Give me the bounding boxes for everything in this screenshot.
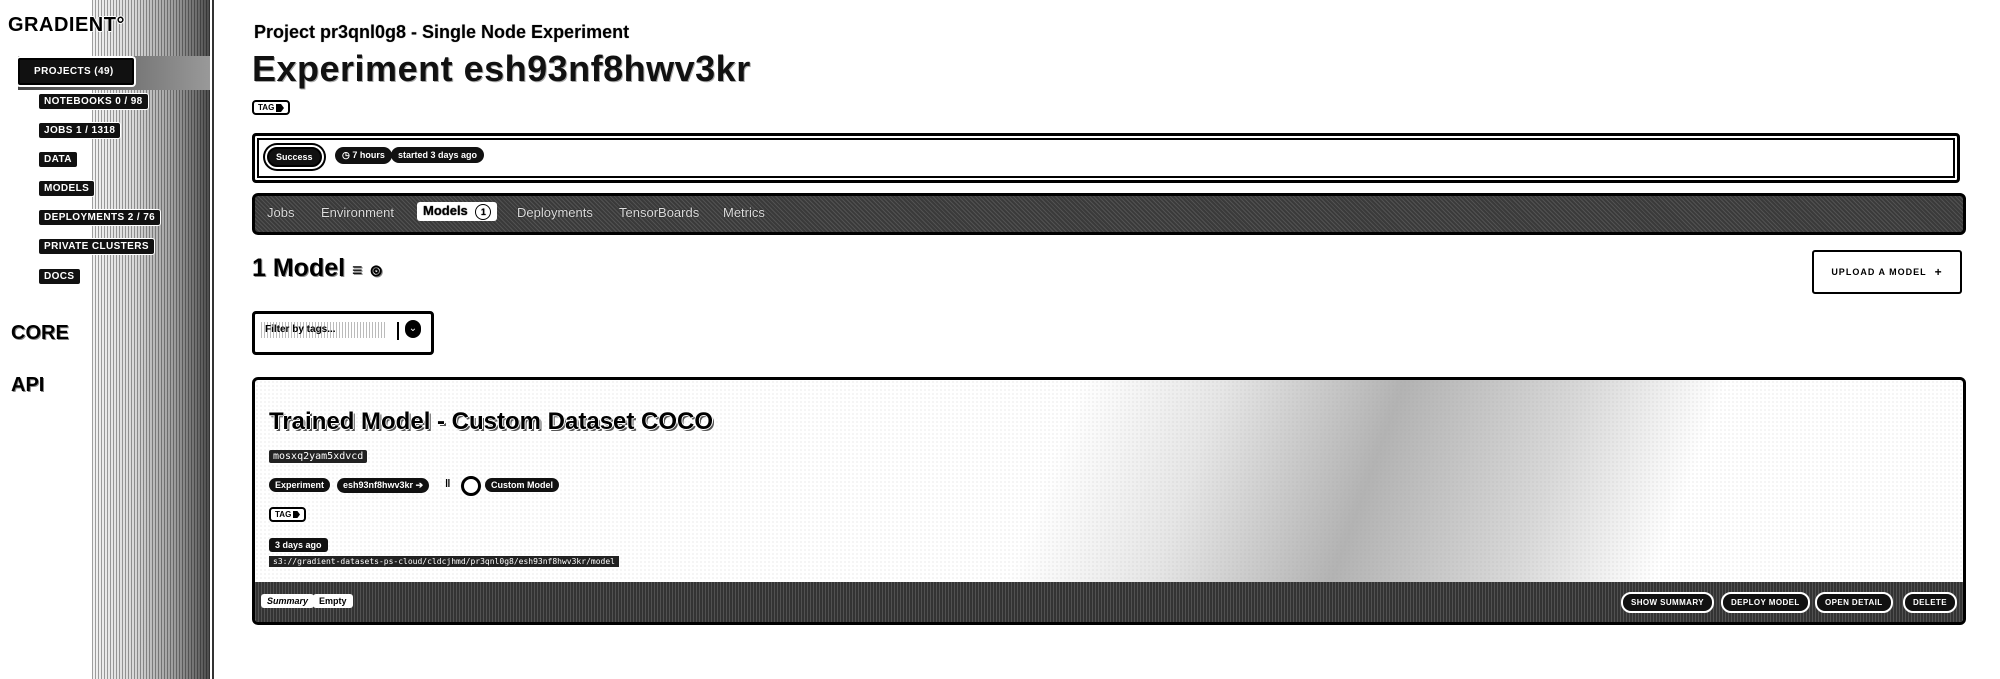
footer-tab-summary[interactable]: Summary bbox=[261, 594, 315, 608]
models-count-heading: 1 Model ≡ ⊚ bbox=[252, 254, 383, 283]
tab-models-count: 1 bbox=[475, 204, 492, 220]
model-type-icon bbox=[461, 476, 481, 496]
project-breadcrumb[interactable]: Project pr3qnl0g8 - Single Node Experime… bbox=[254, 22, 629, 43]
open-detail-button[interactable]: OPEN DETAIL bbox=[1815, 592, 1893, 613]
duration-text: 7 hours bbox=[352, 150, 385, 160]
model-add-tag-button[interactable]: TAG bbox=[269, 507, 307, 522]
tag-icon bbox=[293, 511, 301, 518]
sidebar-item-notebooks[interactable]: NOTEBOOKS 0 / 98 bbox=[38, 93, 149, 110]
sidebar-item-docs[interactable]: DOCS bbox=[38, 268, 81, 285]
filter-separator bbox=[397, 322, 399, 340]
models-heading-text: 1 Model bbox=[252, 254, 346, 282]
tab-tensorboards[interactable]: TensorBoards bbox=[619, 205, 699, 220]
clock-icon: ◷ bbox=[342, 150, 353, 160]
tab-models-label: Models bbox=[423, 203, 468, 218]
duration-badge: ◷ 7 hours bbox=[335, 147, 392, 164]
tab-jobs[interactable]: Jobs bbox=[267, 205, 294, 220]
brand-logo[interactable]: GRADIENT° bbox=[8, 14, 125, 37]
experiment-tabs: Jobs Environment Models 1 Deployments Te… bbox=[252, 193, 1966, 235]
model-age: 3 days ago bbox=[269, 538, 328, 552]
footer-tab-empty[interactable]: Empty bbox=[313, 594, 353, 608]
sidebar-item-jobs[interactable]: JOBS 1 / 1318 bbox=[38, 122, 122, 139]
upload-model-label: UPLOAD A MODEL bbox=[1831, 267, 1927, 277]
upload-model-button[interactable]: UPLOAD A MODEL + bbox=[1812, 250, 1962, 294]
sidebar-item-projects[interactable]: PROJECTS (49) bbox=[18, 58, 134, 85]
sidebar-section-core[interactable]: CORE bbox=[8, 322, 72, 345]
tag-filter-select[interactable]: Filter by tags... ⌄ bbox=[252, 311, 434, 355]
delete-button[interactable]: DELETE bbox=[1903, 592, 1957, 613]
experiment-label: Experiment bbox=[269, 478, 331, 492]
model-card-footer: Summary Empty SHOW SUMMARY DEPLOY MODEL … bbox=[255, 582, 1963, 622]
tab-deployments[interactable]: Deployments bbox=[517, 205, 593, 220]
tab-metrics[interactable]: Metrics bbox=[723, 205, 765, 220]
arrow-right-icon: ➔ bbox=[415, 480, 424, 490]
experiment-status-bar: Success ◷ 7 hours started 3 days ago bbox=[252, 133, 1960, 183]
separator-icon: ‖ bbox=[445, 478, 451, 490]
tab-environment[interactable]: Environment bbox=[321, 205, 394, 220]
model-name[interactable]: Trained Model - Custom Dataset COCO bbox=[269, 408, 713, 436]
info-icon[interactable]: ⊚ bbox=[370, 263, 383, 280]
deploy-model-button[interactable]: DEPLOY MODEL bbox=[1721, 592, 1810, 613]
add-tag-button[interactable]: TAG bbox=[252, 100, 291, 115]
tag-icon bbox=[276, 103, 285, 112]
sidebar-divider bbox=[212, 0, 214, 679]
sidebar-item-models[interactable]: MODELS bbox=[38, 180, 96, 197]
tab-models[interactable]: Models 1 bbox=[417, 202, 498, 221]
sidebar-section-api[interactable]: API bbox=[8, 374, 48, 397]
sidebar-item-data[interactable]: DATA bbox=[38, 151, 78, 168]
model-card: Trained Model - Custom Dataset COCO mosx… bbox=[252, 377, 1966, 625]
status-badge: Success bbox=[267, 147, 322, 167]
experiment-link-text: esh93nf8hwv3kr bbox=[343, 480, 414, 490]
sidebar-item-deployments[interactable]: DEPLOYMENTS 2 / 76 bbox=[38, 209, 162, 226]
model-id: mosxq2yam5xdvcd bbox=[269, 450, 368, 463]
tag-label: TAG bbox=[258, 103, 275, 112]
list-view-icon[interactable]: ≡ bbox=[352, 260, 363, 280]
experiment-link[interactable]: esh93nf8hwv3kr ➔ bbox=[337, 478, 430, 493]
model-storage-path[interactable]: s3://gradient-datasets-ps-cloud/cldcjhmd… bbox=[269, 556, 619, 567]
model-tag-label: TAG bbox=[275, 510, 292, 519]
started-badge: started 3 days ago bbox=[391, 147, 485, 163]
chevron-down-icon[interactable]: ⌄ bbox=[405, 320, 421, 338]
show-summary-button[interactable]: SHOW SUMMARY bbox=[1621, 592, 1714, 613]
sidebar-item-private-clusters[interactable]: PRIVATE CLUSTERS bbox=[38, 238, 155, 255]
page-title: Experiment esh93nf8hwv3kr bbox=[252, 48, 751, 89]
model-type-badge: Custom Model bbox=[485, 478, 559, 492]
plus-icon: + bbox=[1934, 265, 1943, 279]
tag-filter-placeholder: Filter by tags... bbox=[261, 322, 385, 338]
sidebar: GRADIENT° PROJECTS (49) NOTEBOOKS 0 / 98… bbox=[0, 0, 210, 679]
